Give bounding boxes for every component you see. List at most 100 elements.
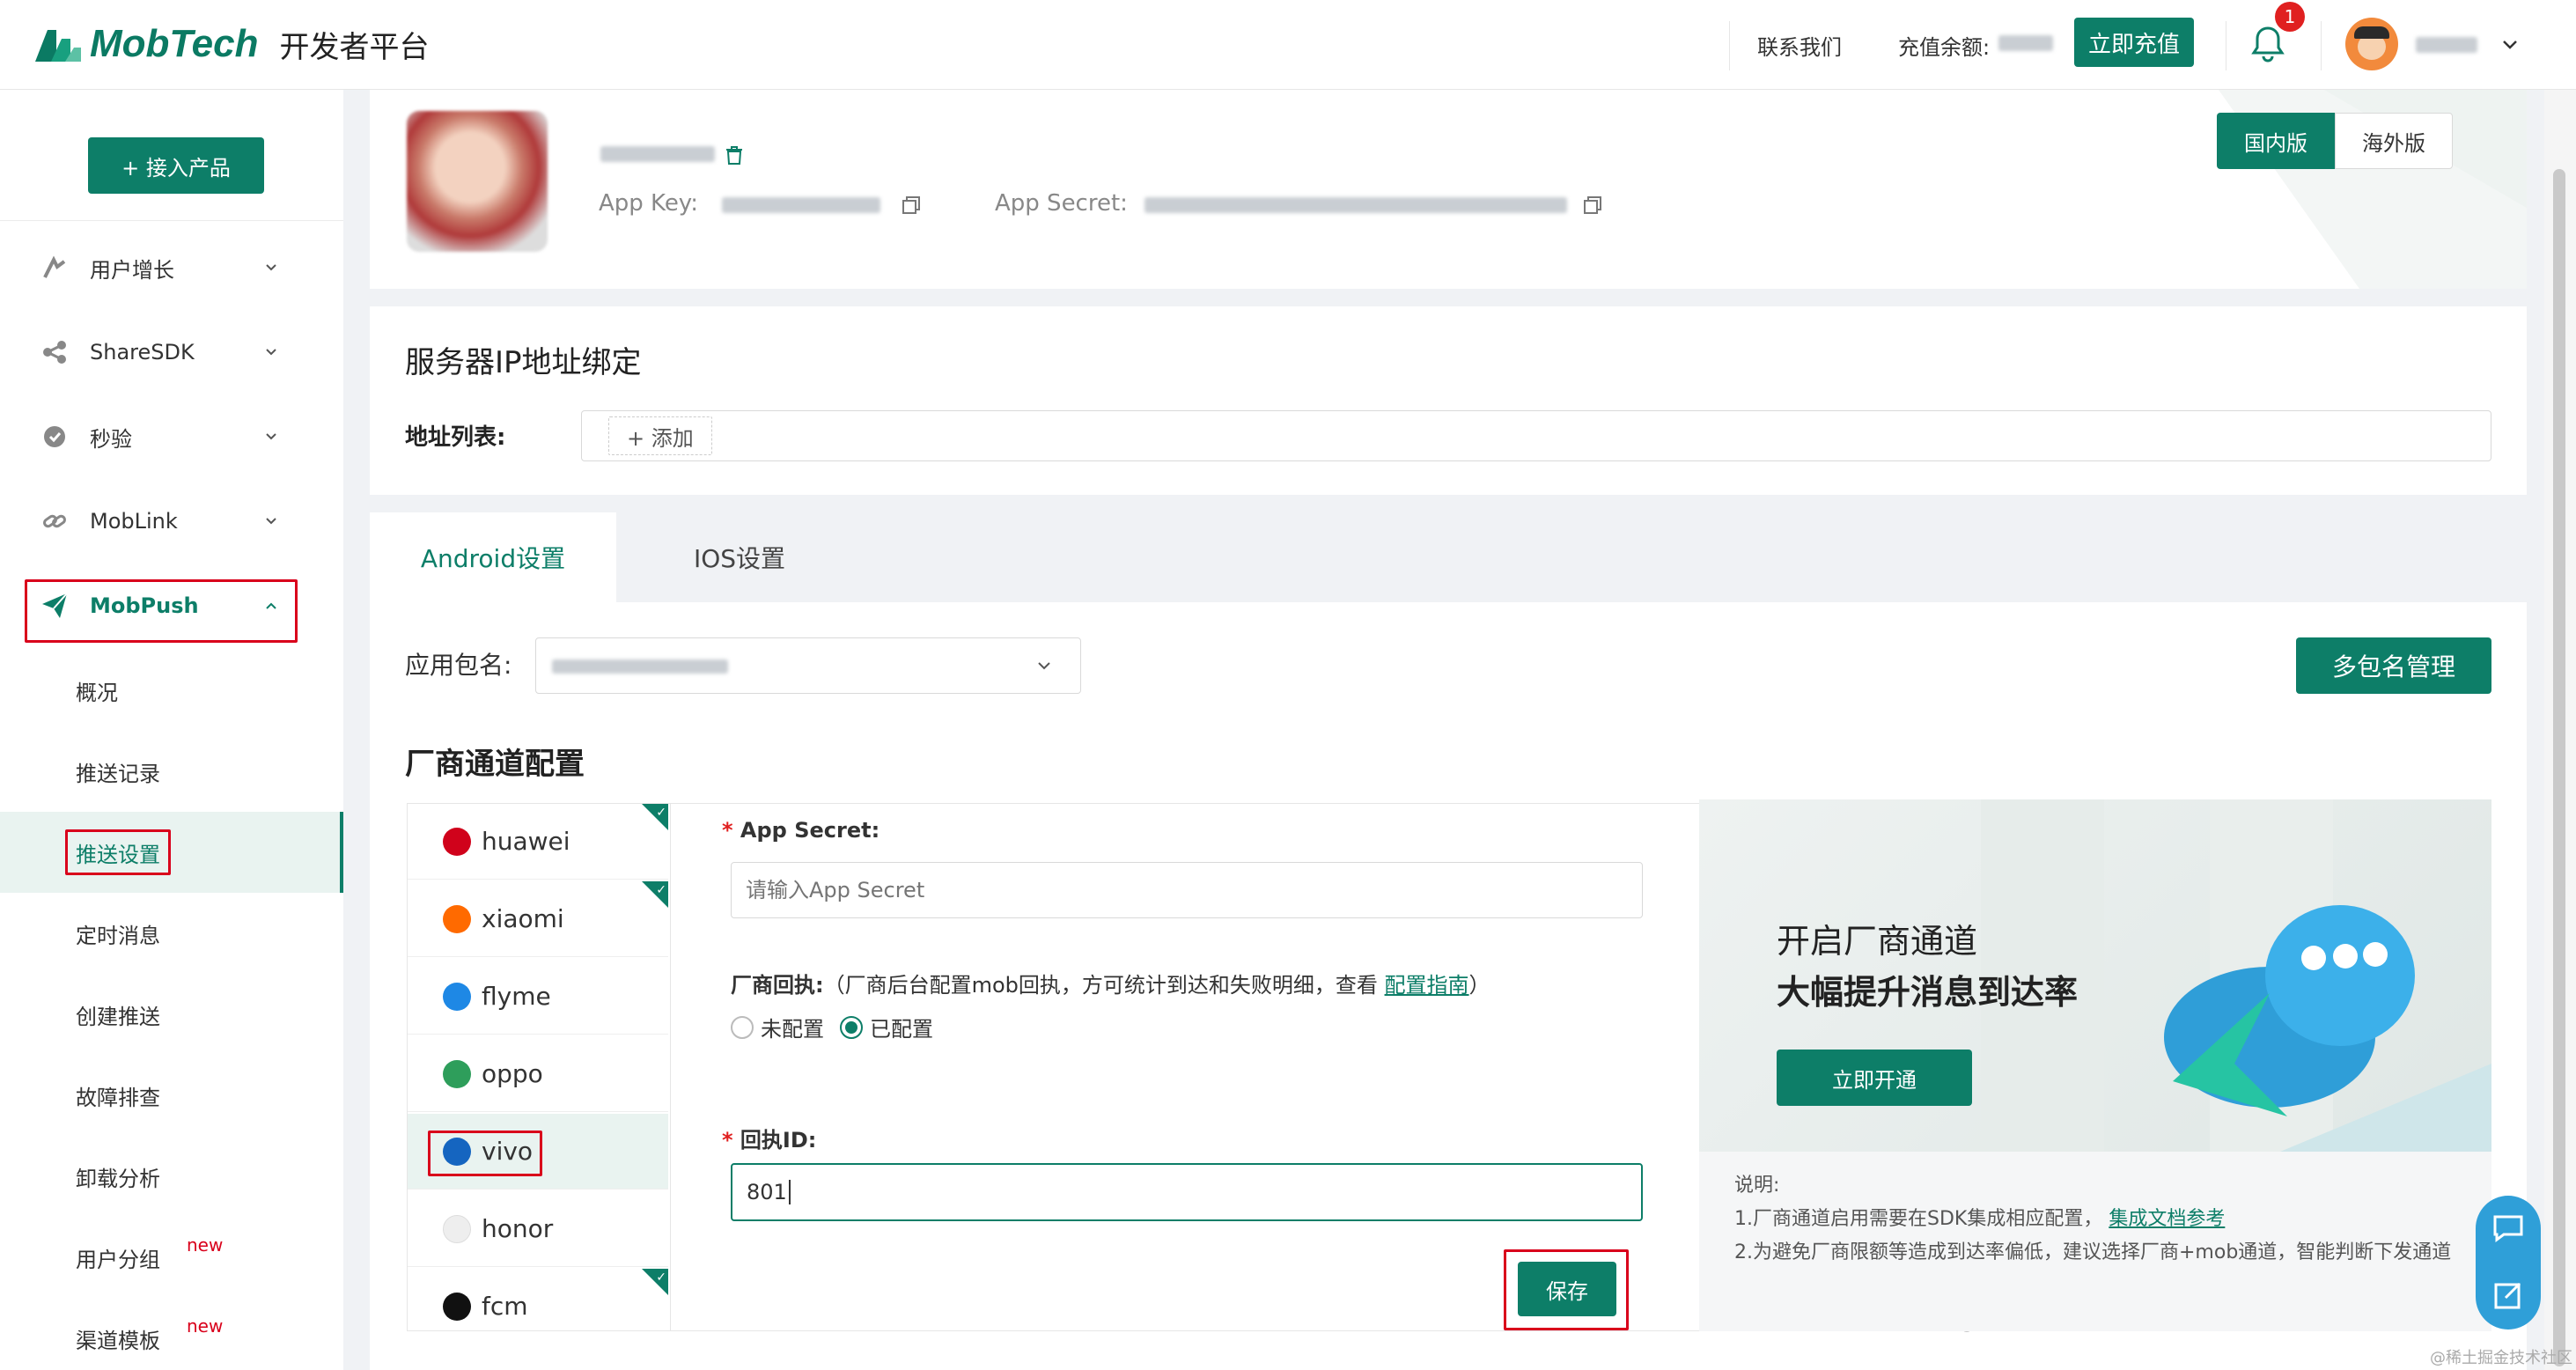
- fcm-icon: [443, 1292, 471, 1321]
- bell-icon: [2251, 26, 2285, 63]
- chat-icon[interactable]: [2491, 1213, 2525, 1243]
- sub-item-channel-templates[interactable]: 渠道模板 new: [0, 1298, 343, 1370]
- sidebar-item-mobpush[interactable]: MobPush: [0, 563, 343, 648]
- region-tab-overseas[interactable]: 海外版: [2335, 113, 2453, 169]
- channel-oppo[interactable]: oppo: [408, 1036, 668, 1112]
- channel-honor[interactable]: honor: [408, 1191, 668, 1267]
- channel-name: honor: [482, 1214, 554, 1243]
- multi-package-button[interactable]: 多包名管理: [2296, 637, 2491, 694]
- recharge-button[interactable]: 立即充值: [2074, 18, 2194, 67]
- channel-vivo[interactable]: vivo: [408, 1114, 668, 1190]
- sub-item-push-records[interactable]: 推送记录: [0, 731, 343, 812]
- sub-item-scheduled[interactable]: 定时消息: [0, 893, 343, 974]
- sidebar-item-label: 用户增长: [90, 257, 174, 283]
- avatar[interactable]: [2345, 18, 2398, 70]
- sub-item-label: 卸载分析: [76, 1166, 160, 1191]
- app-secret-value: [1144, 197, 1567, 213]
- chevron-down-icon: [266, 349, 276, 356]
- honor-icon: [443, 1214, 471, 1243]
- sidebar-item-label: MobLink: [90, 509, 178, 534]
- edit-icon[interactable]: [2493, 1280, 2523, 1310]
- divider: [2321, 21, 2322, 70]
- copy-icon[interactable]: [902, 195, 921, 215]
- mobtech-logo-icon: [35, 30, 81, 62]
- note-1-text: 1.厂商通道启用需要在SDK集成相应配置，: [1734, 1208, 2103, 1230]
- configured-check-icon: ✓: [642, 1269, 668, 1295]
- chevron-down-icon: [266, 264, 276, 271]
- sidebar-item-label: MobPush: [90, 593, 199, 618]
- notification-badge: 1: [2275, 2, 2305, 32]
- sidebar: + 接入产品 用户增长 ShareSDK 秒验 MobLink MobPush …: [0, 90, 343, 1370]
- app-secret-input[interactable]: [731, 862, 1643, 918]
- watermark: @稀土掘金技术社区: [2430, 1349, 2572, 1367]
- docs-link[interactable]: 集成文档参考: [2109, 1208, 2225, 1230]
- floating-help-widget: [2476, 1196, 2541, 1329]
- address-list-label: 地址列表:: [405, 424, 506, 451]
- receipt-description: （厂商后台配置mob回执，方可统计到达和失败明细，查看: [823, 973, 1378, 998]
- page-scrollbar[interactable]: [2544, 90, 2576, 1370]
- app-header-card: App Key: App Secret: 国内版 海外版: [370, 90, 2527, 289]
- sub-item-label: 概况: [76, 680, 118, 705]
- channel-name: vivo: [482, 1137, 534, 1166]
- message-bubble-illustration: [2164, 905, 2415, 1116]
- balance-value: [1998, 35, 2053, 51]
- text-cursor: [788, 1180, 791, 1204]
- note-1: 1.厂商通道启用需要在SDK集成相应配置， 集成文档参考: [1734, 1203, 2456, 1236]
- sub-item-create-push[interactable]: 创建推送: [0, 974, 343, 1055]
- channel-fcm[interactable]: fcm ✓: [408, 1269, 668, 1330]
- sub-item-uninstall[interactable]: 卸载分析: [0, 1136, 343, 1217]
- receipt-id-input[interactable]: 801: [731, 1163, 1643, 1221]
- channel-xiaomi[interactable]: xiaomi ✓: [408, 881, 668, 957]
- sidebar-item-verify[interactable]: 秒验: [0, 394, 343, 479]
- channel-flyme[interactable]: flyme: [408, 959, 668, 1035]
- sub-item-user-groups[interactable]: 用户分组 new: [0, 1217, 343, 1298]
- divider: [1729, 21, 1730, 70]
- channel-name: fcm: [482, 1292, 528, 1321]
- sidebar-item-sharesdk[interactable]: ShareSDK: [0, 310, 343, 394]
- radio-dot: [845, 1020, 857, 1034]
- promo-line1: 开启厂商通道: [1777, 922, 1978, 961]
- activate-button[interactable]: 立即开通: [1777, 1050, 1972, 1106]
- copy-icon[interactable]: [1583, 195, 1602, 215]
- promo-line2: 大幅提升消息到达率: [1777, 973, 2079, 1012]
- share-icon: [40, 338, 69, 366]
- balance-label: 充值余额:: [1898, 35, 1991, 60]
- chevron-down-icon: [266, 518, 276, 525]
- link-icon: [40, 507, 69, 535]
- vivo-icon: [443, 1137, 471, 1166]
- channel-huawei[interactable]: huawei ✓: [408, 804, 668, 880]
- sub-item-label: 渠道模板: [76, 1328, 160, 1353]
- app-icon: [407, 111, 548, 252]
- sub-item-push-settings[interactable]: 推送设置: [0, 812, 343, 893]
- radio-unconfigured[interactable]: [731, 1015, 754, 1039]
- tab-ios[interactable]: IOS设置: [616, 512, 863, 602]
- scrollbar-thumb[interactable]: [2553, 169, 2565, 1366]
- contact-link[interactable]: 联系我们: [1757, 30, 1842, 61]
- sub-item-label: 推送设置: [76, 842, 160, 867]
- receipt-id-value: 801: [747, 1180, 787, 1204]
- configured-check-icon: ✓: [642, 804, 668, 830]
- flyme-icon: [443, 982, 471, 1011]
- section-title: 服务器IP地址绑定: [405, 345, 642, 380]
- sidebar-item-moblink[interactable]: MobLink: [0, 479, 343, 563]
- logo[interactable]: MobTech 开发者平台: [35, 16, 429, 72]
- config-guide-link[interactable]: 配置指南: [1385, 973, 1469, 998]
- trash-icon[interactable]: [725, 146, 743, 166]
- receipt-close: ）: [1468, 973, 1490, 998]
- package-select[interactable]: [535, 637, 1081, 694]
- save-button[interactable]: 保存: [1518, 1262, 1616, 1316]
- radio-configured[interactable]: [840, 1015, 863, 1039]
- add-product-button[interactable]: + 接入产品: [88, 137, 264, 194]
- secret-label: * App Secret:: [722, 818, 880, 843]
- tab-android[interactable]: Android设置: [370, 512, 616, 602]
- chevron-down-icon[interactable]: [2500, 35, 2520, 55]
- sidebar-item-growth[interactable]: 用户增长: [0, 225, 343, 310]
- sub-item-troubleshoot[interactable]: 故障排查: [0, 1055, 343, 1136]
- channel-name: huawei: [482, 827, 570, 856]
- add-ip-button[interactable]: + 添加: [608, 416, 712, 455]
- promo-banner: 开启厂商通道 大幅提升消息到达率 立即开通: [1699, 799, 2491, 1152]
- sub-item-label: 故障排查: [76, 1085, 160, 1110]
- region-tab-domestic[interactable]: 国内版: [2217, 113, 2335, 169]
- address-list-field[interactable]: + 添加: [581, 410, 2491, 461]
- sub-item-overview[interactable]: 概况: [0, 650, 343, 731]
